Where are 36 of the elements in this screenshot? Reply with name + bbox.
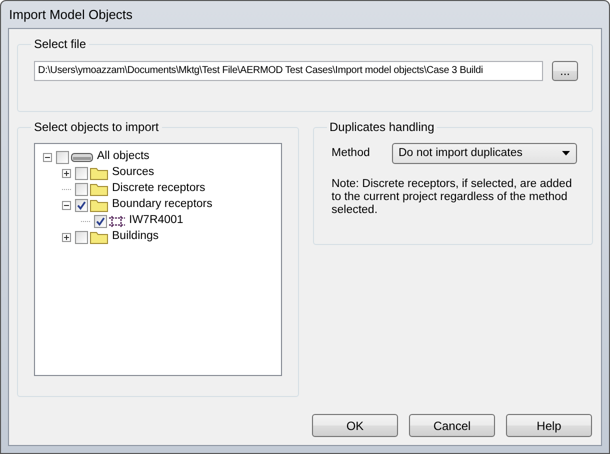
collapse-toggle[interactable] [62, 200, 71, 210]
collapse-toggle[interactable] [43, 152, 52, 162]
folder-icon [90, 166, 108, 180]
group-title: Select file [33, 37, 88, 51]
expand-toggle[interactable] [62, 168, 71, 178]
group-title: Duplicates handling [328, 120, 436, 134]
grid-icon [109, 214, 125, 228]
folder-icon [90, 198, 108, 212]
dialog-button[interactable]: OK [312, 414, 398, 437]
checkbox[interactable] [56, 150, 69, 164]
checkbox[interactable] [75, 198, 88, 212]
tree-item-label[interactable]: Boundary receptors [112, 196, 212, 214]
dialog-button[interactable]: Help [506, 414, 592, 437]
method-dropdown[interactable]: Do not import duplicates [392, 143, 577, 164]
dropdown-arrow-icon [562, 151, 570, 156]
tree-item-label[interactable]: IW7R4001 [129, 212, 184, 230]
folder-icon [90, 182, 108, 196]
file-path-field[interactable]: D:\Users\ymoazzam\Documents\Mktg\Test File\AERMOD Test Cases\Import model objects\Case 3 Buildi [34, 61, 543, 81]
group-title: Select objects to import [33, 120, 160, 134]
expand-toggle[interactable] [62, 232, 71, 242]
checkbox[interactable] [75, 166, 88, 180]
window-title: Import Model Objects [9, 6, 133, 24]
browse-button[interactable]: ... [552, 61, 578, 81]
note-text: Note: Discrete receptors, if selected, are added to the current project regardless of the method selected. [332, 178, 573, 217]
checkbox[interactable] [75, 182, 88, 196]
object-tree[interactable]: All objects Sources Discrete receptors Boundary receptors IW7R4001 Buildings [34, 143, 282, 376]
folder-icon [90, 230, 108, 244]
checkbox[interactable] [94, 214, 107, 228]
checkbox[interactable] [75, 230, 88, 244]
tree-item-label[interactable]: Buildings [112, 228, 159, 246]
drive-icon [71, 151, 93, 163]
tree-item-label[interactable]: All objects [97, 148, 150, 166]
dialog-button[interactable]: Cancel [409, 414, 495, 437]
tree-item-label[interactable]: Sources [112, 164, 154, 182]
method-label: Method [332, 146, 371, 161]
tree-item-label[interactable]: Discrete receptors [112, 180, 206, 198]
